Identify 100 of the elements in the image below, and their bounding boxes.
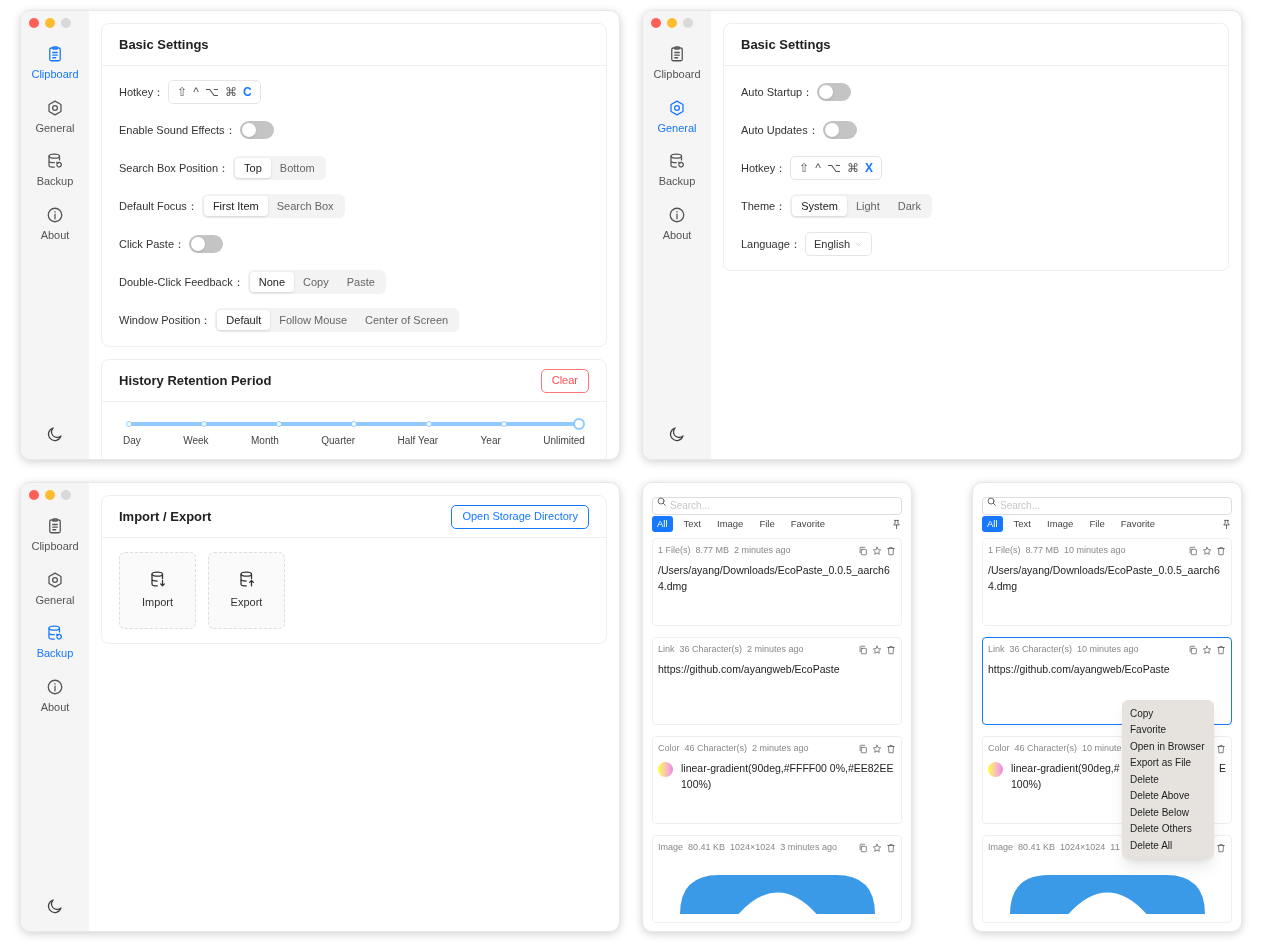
segment-option[interactable]: Paste [337,272,384,292]
history-card[interactable]: Color 46 Character(s) 2 minutes ago linear-gradient(90deg,#FFFF00 0%,#EE82EE 100%) [652,736,902,824]
trash-button[interactable] [886,842,896,853]
menu-item[interactable]: Copy [1122,705,1214,722]
hotkey-field[interactable]: ⇧ ^ ⌥ ⌘ X [790,156,882,180]
open-directory-button[interactable]: Open Storage Directory [451,504,589,529]
menu-item[interactable]: Export as File [1122,754,1214,771]
setting-label: Auto Updates： [741,122,819,138]
history-card[interactable]: Link 36 Character(s) 2 minutes ago https://github.com/ayangweb/EcoPaste [652,637,902,725]
segment-option[interactable]: First Item [203,196,268,216]
sidebar-item[interactable]: General [21,565,89,613]
database-icon [668,152,686,170]
filter-tab[interactable]: Text [678,516,706,532]
pin-button[interactable] [1221,518,1232,530]
toggle-switch[interactable] [239,121,274,139]
pin-button[interactable] [891,518,902,530]
info-icon [668,205,686,224]
minimize-button[interactable] [45,18,55,28]
trash-button[interactable] [886,644,896,655]
star-button[interactable] [872,842,882,853]
sidebar-item[interactable]: About [21,672,89,720]
filter-tab[interactable]: All [982,516,1003,532]
filter-tab[interactable]: Favorite [1115,516,1161,532]
item-text: 4.dmg [988,578,1018,594]
segment-option[interactable]: Top [235,158,271,178]
star-button[interactable] [1202,644,1212,655]
theme-toggle-button[interactable] [668,425,686,443]
sidebar-item[interactable]: Clipboard [21,40,89,88]
sidebar-item[interactable]: General [643,93,711,141]
filter-tab[interactable]: Text [1008,516,1036,532]
copy-button[interactable] [858,743,868,754]
import-tile[interactable]: Import [119,552,196,629]
sidebar-item[interactable]: Clipboard [643,40,711,88]
segment-option[interactable]: Dark [888,196,931,216]
filter-tab[interactable]: File [754,516,780,532]
copy-icon [858,545,868,556]
star-button[interactable] [872,545,882,556]
trash-button[interactable] [1216,743,1226,754]
trash-button[interactable] [886,545,896,556]
segment-option[interactable]: Default [217,310,271,330]
close-button[interactable] [29,490,39,500]
segment-option[interactable]: Center of Screen [356,310,458,330]
star-button[interactable] [1202,545,1212,556]
sidebar-item[interactable]: Clipboard [21,512,89,560]
copy-icon [1188,545,1198,556]
theme-toggle-button[interactable] [46,897,64,915]
menu-item[interactable]: Delete Above [1122,787,1214,804]
copy-button[interactable] [858,545,868,556]
copy-button[interactable] [858,842,868,853]
segment-option[interactable]: System [792,196,847,216]
language-select[interactable]: English [804,232,873,256]
sidebar-item[interactable]: Backup [21,619,89,667]
item-meta: 10 minute [1082,742,1122,755]
copy-button[interactable] [858,644,868,655]
menu-item[interactable]: Delete [1122,771,1214,788]
segment-option[interactable]: Follow Mouse [270,310,357,330]
copy-button[interactable] [1188,545,1198,556]
toggle-switch[interactable] [817,83,852,101]
filter-tab[interactable]: File [1084,516,1110,532]
toggle-switch[interactable] [189,235,224,253]
item-meta: 10 minutes ago [1077,643,1139,656]
menu-item[interactable]: Open in Browser [1122,738,1214,755]
history-card[interactable]: 1 File(s) 8.77 MB 2 minutes ago /Users/ayang/Downloads/EcoPaste_0.0.5_aarch6 4.dmg [652,538,902,626]
trash-button[interactable] [1216,842,1226,853]
theme-toggle-button[interactable] [46,425,64,443]
segment-option[interactable]: Search Box [267,196,343,216]
segment-option[interactable]: None [249,272,294,292]
setting-label: Theme： [741,198,787,214]
copy-button[interactable] [1188,644,1198,655]
sidebar-item[interactable]: General [21,93,89,141]
menu-item[interactable]: Delete Below [1122,804,1214,821]
minimize-button[interactable] [45,490,55,500]
minimize-button[interactable] [667,18,677,28]
trash-button[interactable] [1216,545,1226,556]
history-card[interactable]: Image 80.41 KB 1024×1024 3 minutes ago [652,835,902,923]
filter-tab[interactable]: Image [712,516,749,532]
trash-icon [886,842,896,853]
trash-button[interactable] [886,743,896,754]
star-button[interactable] [872,644,882,655]
history-card[interactable]: 1 File(s) 8.77 MB 10 minutes ago /Users/ayang/Downloads/EcoPaste_0.0.5_aarch6 4.dmg [982,538,1232,626]
close-button[interactable] [651,18,661,28]
sidebar-item[interactable]: Backup [643,147,711,195]
clipboard-icon [668,45,686,63]
hotkey-field[interactable]: ⇧ ^ ⌥ ⌘ C [168,80,261,104]
menu-item[interactable]: Delete All [1122,837,1214,854]
segment-option[interactable]: Light [846,196,889,216]
filter-tab[interactable]: Favorite [785,516,831,532]
segment-option[interactable]: Bottom [270,158,324,178]
sidebar-item[interactable]: About [643,200,711,248]
close-button[interactable] [29,18,39,28]
sidebar-item[interactable]: Backup [21,147,89,195]
filter-tab[interactable]: Image [1042,516,1079,532]
sidebar-item[interactable]: About [21,200,89,248]
setting-label: Default Focus： [119,198,198,214]
trash-button[interactable] [1216,644,1226,655]
segment-option[interactable]: Copy [294,272,338,292]
star-button[interactable] [872,743,882,754]
export-tile[interactable]: Export [208,552,285,629]
toggle-switch[interactable] [822,121,857,139]
filter-tab[interactable]: All [652,516,673,532]
